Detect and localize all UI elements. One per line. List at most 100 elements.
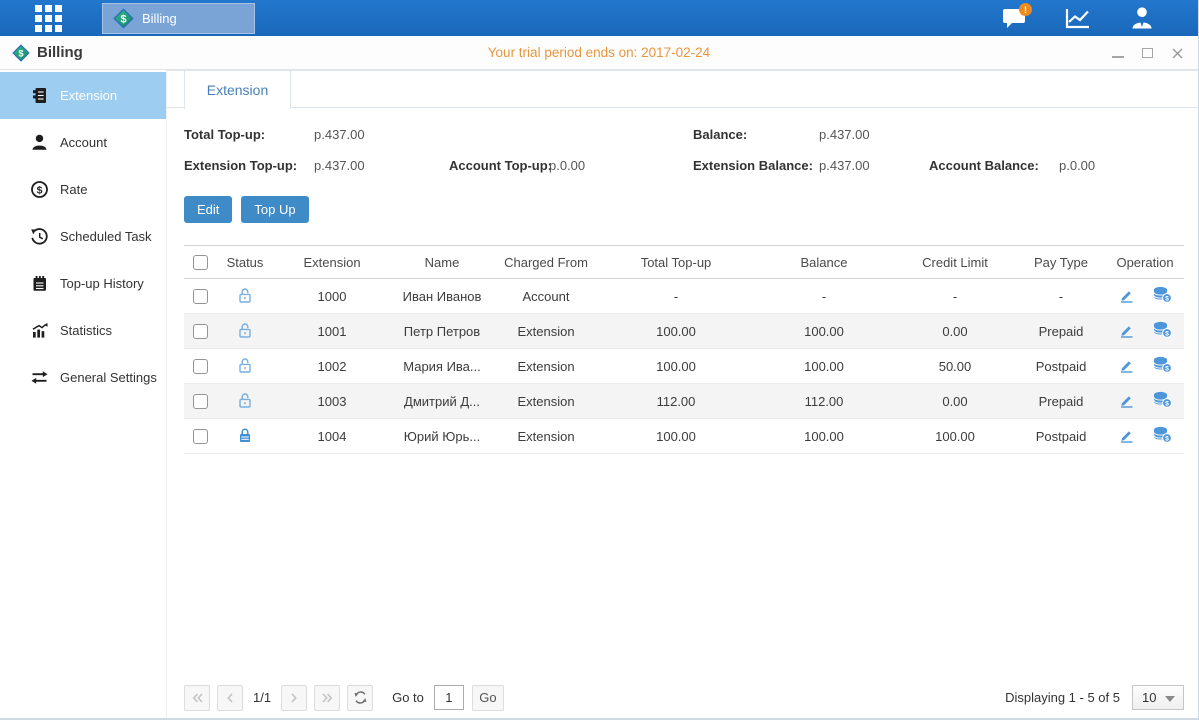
sidebar-item-account[interactable]: Account bbox=[0, 119, 166, 166]
credit-limit-cell: - bbox=[894, 279, 1016, 314]
minimize-icon[interactable] bbox=[1111, 47, 1124, 60]
topup-icon[interactable]: $ bbox=[1152, 391, 1172, 411]
name-cell: Иван Иванов bbox=[390, 279, 494, 314]
tab-strip: Extension bbox=[167, 70, 1198, 108]
sidebar-item-label: Rate bbox=[60, 182, 87, 197]
sidebar-item-statistics[interactable]: Statistics bbox=[0, 307, 166, 354]
pay-type-cell: - bbox=[1016, 279, 1106, 314]
select-all-checkbox[interactable] bbox=[193, 255, 208, 270]
credit-limit-cell: 100.00 bbox=[894, 419, 1016, 454]
go-button[interactable]: Go bbox=[472, 685, 504, 711]
balance-summary: Total Top-up: p.437.00 Balance: p.437.00… bbox=[184, 121, 1184, 183]
pagination-bar: 1/1 Go to Go bbox=[184, 684, 1184, 711]
close-icon[interactable] bbox=[1171, 47, 1184, 60]
table-row: 1000 Иван Иванов Account - - - - bbox=[184, 279, 1184, 314]
edit-icon[interactable] bbox=[1118, 287, 1135, 306]
account-topup-value: p.0.00 bbox=[549, 158, 585, 173]
user-icon[interactable] bbox=[1126, 5, 1158, 31]
column-extension: Extension bbox=[274, 246, 390, 279]
charged-from-cell: Extension bbox=[494, 419, 598, 454]
table-row: 1002 Мария Ива... Extension 100.00 100.0… bbox=[184, 349, 1184, 384]
extension-table: Status Extension Name Charged From Total… bbox=[184, 245, 1184, 454]
edit-icon[interactable] bbox=[1118, 357, 1135, 376]
sidebar-item-general-settings[interactable]: General Settings bbox=[0, 354, 166, 401]
credit-limit-cell: 0.00 bbox=[894, 384, 1016, 419]
next-page-button[interactable] bbox=[281, 685, 307, 711]
total-topup-cell: - bbox=[598, 279, 754, 314]
notification-badge: ! bbox=[1019, 3, 1032, 16]
column-balance: Balance bbox=[754, 246, 894, 279]
topup-history-notepad-icon bbox=[30, 274, 49, 293]
sidebar-item-label: Account bbox=[60, 135, 107, 150]
charged-from-cell: Extension bbox=[494, 349, 598, 384]
row-checkbox[interactable] bbox=[193, 324, 208, 339]
window-titlebar: $ Billing Your trial period ends on: 201… bbox=[0, 36, 1198, 70]
balance-cell: 100.00 bbox=[754, 419, 894, 454]
name-cell: Мария Ива... bbox=[390, 349, 494, 384]
charged-from-cell: Extension bbox=[494, 384, 598, 419]
extension-topup-label: Extension Top-up: bbox=[184, 158, 297, 173]
sidebar-item-label: Scheduled Task bbox=[60, 229, 152, 244]
balance-value: p.437.00 bbox=[819, 127, 870, 142]
edit-icon[interactable] bbox=[1118, 322, 1135, 341]
unlocked-icon bbox=[236, 397, 254, 412]
extension-cell: 1002 bbox=[274, 349, 390, 384]
maximize-icon[interactable] bbox=[1141, 47, 1154, 60]
billing-app-window: $ Billing ! bbox=[0, 0, 1199, 720]
billing-icon: $ bbox=[113, 8, 134, 29]
topup-icon[interactable]: $ bbox=[1152, 356, 1172, 376]
apps-grid-icon[interactable] bbox=[35, 5, 62, 32]
statistics-topbar-icon[interactable] bbox=[1062, 5, 1094, 31]
sidebar-item-scheduled-task[interactable]: Scheduled Task bbox=[0, 213, 166, 260]
scheduled-task-clock-icon bbox=[30, 227, 49, 246]
sidebar: Extension Account $ Rate bbox=[0, 70, 167, 720]
total-topup-value: p.437.00 bbox=[314, 127, 365, 142]
goto-label: Go to bbox=[392, 690, 424, 705]
messages-icon[interactable]: ! bbox=[998, 5, 1030, 31]
column-status: Status bbox=[216, 246, 274, 279]
top-up-button[interactable]: Top Up bbox=[241, 196, 308, 223]
row-checkbox[interactable] bbox=[193, 289, 208, 304]
row-checkbox[interactable] bbox=[193, 359, 208, 374]
svg-text:$: $ bbox=[120, 13, 126, 25]
total-topup-cell: 100.00 bbox=[598, 349, 754, 384]
account-balance-label: Account Balance: bbox=[929, 158, 1039, 173]
table-row: 1004 Юрий Юрь... Extension 100.00 100.00… bbox=[184, 419, 1184, 454]
topup-icon[interactable]: $ bbox=[1152, 286, 1172, 306]
sidebar-item-label: General Settings bbox=[60, 370, 157, 385]
edit-icon[interactable] bbox=[1118, 392, 1135, 411]
extension-topup-value: p.437.00 bbox=[314, 158, 365, 173]
taskbar-tab-label: Billing bbox=[142, 11, 177, 26]
name-cell: Дмитрий Д... bbox=[390, 384, 494, 419]
topup-icon[interactable]: $ bbox=[1152, 426, 1172, 446]
unlocked-icon bbox=[236, 292, 254, 307]
edit-button[interactable]: Edit bbox=[184, 196, 232, 223]
first-page-button[interactable] bbox=[184, 685, 210, 711]
pay-type-cell: Postpaid bbox=[1016, 349, 1106, 384]
goto-page-input[interactable] bbox=[434, 685, 464, 710]
extension-balance-label: Extension Balance: bbox=[693, 158, 813, 173]
topup-icon[interactable]: $ bbox=[1152, 321, 1172, 341]
credit-limit-cell: 50.00 bbox=[894, 349, 1016, 384]
row-checkbox[interactable] bbox=[193, 394, 208, 409]
prev-page-button[interactable] bbox=[217, 685, 243, 711]
unlocked-icon bbox=[236, 362, 254, 377]
column-operation: Operation bbox=[1106, 246, 1184, 279]
refresh-icon[interactable] bbox=[347, 685, 373, 711]
svg-text:$: $ bbox=[1165, 366, 1169, 373]
last-page-button[interactable] bbox=[314, 685, 340, 711]
sidebar-item-rate[interactable]: $ Rate bbox=[0, 166, 166, 213]
extension-cell: 1000 bbox=[274, 279, 390, 314]
rate-dollar-icon: $ bbox=[30, 180, 49, 199]
taskbar-tab-billing[interactable]: $ Billing bbox=[102, 3, 255, 34]
svg-text:$: $ bbox=[1165, 401, 1169, 408]
name-cell: Юрий Юрь... bbox=[390, 419, 494, 454]
row-checkbox[interactable] bbox=[193, 429, 208, 444]
page-size-select[interactable]: 10 bbox=[1132, 685, 1184, 710]
edit-icon[interactable] bbox=[1118, 427, 1135, 446]
tab-extension[interactable]: Extension bbox=[184, 71, 291, 109]
svg-text:$: $ bbox=[1165, 296, 1169, 303]
sidebar-item-extension[interactable]: Extension bbox=[0, 72, 166, 119]
sidebar-item-topup-history[interactable]: Top-up History bbox=[0, 260, 166, 307]
sidebar-item-label: Extension bbox=[60, 88, 117, 103]
